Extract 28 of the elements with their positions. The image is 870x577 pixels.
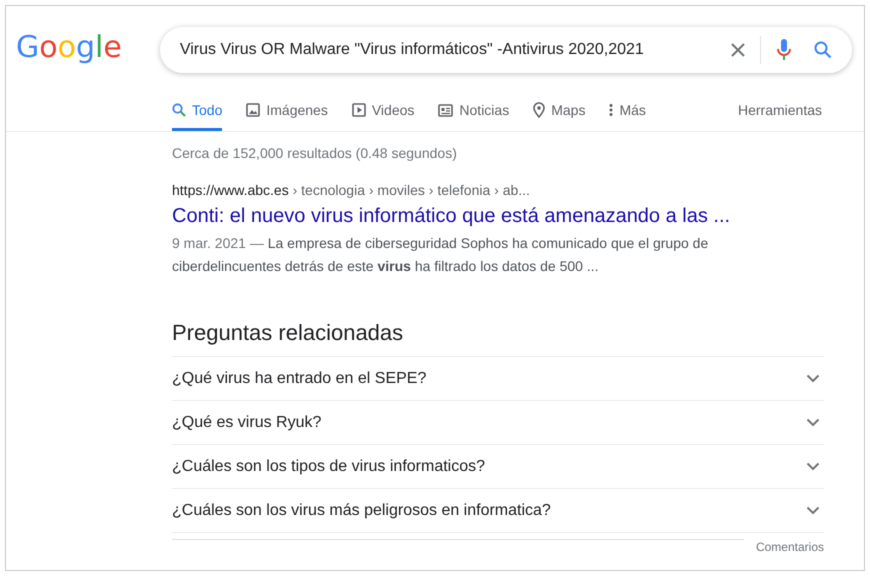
google-logo[interactable]: Google [16,28,124,72]
result-stats: Cerca de 152,000 resultados (0.48 segundos) [172,145,458,161]
question-row[interactable]: ¿Cuáles son los virus más peligrosos en informatica? [172,489,824,533]
search-icon [172,103,186,117]
tools-button[interactable]: Herramientas [738,102,822,131]
more-icon [609,103,614,117]
feedback-link[interactable]: Comentarios [756,540,824,554]
search-tab[interactable]: Imágenes [246,102,328,131]
map-pin-icon [533,102,546,118]
question-row[interactable]: ¿Qué es virus Ryuk? [172,401,824,445]
search-input[interactable]: Virus Virus OR Malware "Virus informáticos" -Antivirus 2020,2021 [180,40,720,58]
search-tab[interactable]: Todo [172,102,222,131]
newspaper-icon [438,104,454,116]
search-tab[interactable]: Más [609,102,646,131]
section-heading: Preguntas relacionadas [172,320,824,357]
result-url[interactable]: https://www.abc.es › tecnologia › moviles › telefonia › ab... [172,182,824,198]
close-icon[interactable] [730,42,746,58]
result-title-link[interactable]: Conti: el nuevo virus informático que está amenazando a las ... [172,205,824,228]
image-icon [246,103,260,117]
question-row[interactable]: ¿Qué virus ha entrado en el SEPE? [172,357,824,401]
search-tab[interactable]: Maps [533,102,586,131]
result-snippet: 9 mar. 2021 — La empresa de ciberseguridad Sophos ha comunicado que el grupo de ciberdelincuentes detrás de este virus ha filtrado los datos de 500 ... [172,234,710,276]
search-tab[interactable]: Noticias [438,102,510,131]
question-row[interactable]: ¿Cuáles son los tipos de virus informaticos? [172,445,824,489]
search-icon[interactable] [814,40,832,58]
microphone-icon[interactable] [776,38,791,60]
play-icon [352,103,366,117]
search-tab[interactable]: Videos [352,102,414,131]
